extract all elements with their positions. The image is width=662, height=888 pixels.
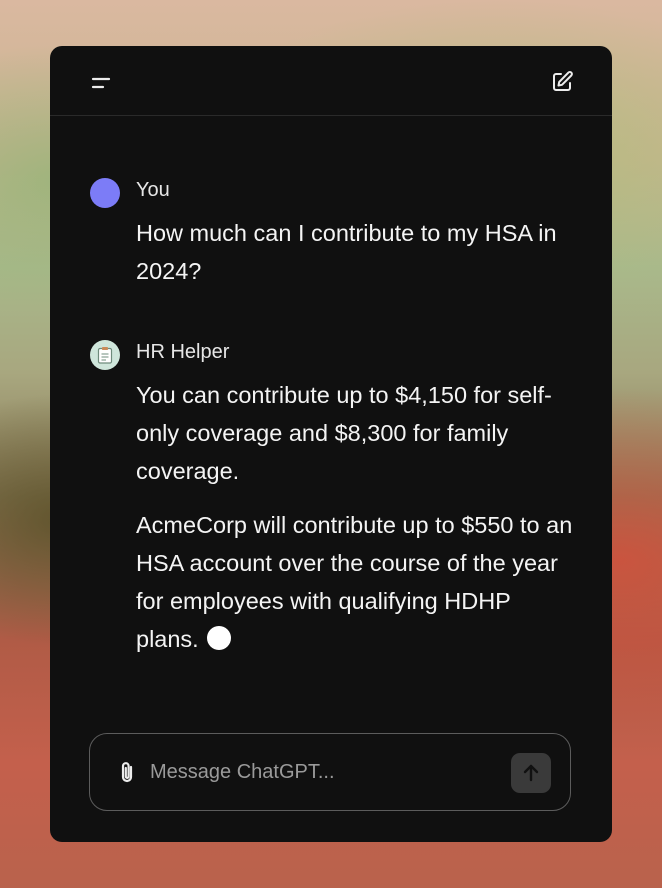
user-avatar [90, 178, 120, 208]
chat-window: You How much can I contribute to my HSA … [50, 46, 612, 842]
top-bar [50, 46, 612, 116]
assistant-sender-name: HR Helper [136, 341, 230, 363]
user-message-text: How much can I contribute to my HSA in 2… [136, 214, 576, 306]
paperclip-icon[interactable] [116, 760, 138, 786]
new-chat-edit-icon[interactable] [550, 70, 574, 94]
streaming-cursor-dot [206, 626, 231, 650]
user-message-paragraph: How much can I contribute to my HSA in 2… [136, 220, 557, 284]
message-input[interactable] [150, 756, 490, 788]
user-sender-name: You [136, 179, 170, 201]
assistant-paragraph-2-text: AcmeCorp will contribute up to $550 to a… [136, 512, 573, 652]
assistant-paragraph-2: AcmeCorp will contribute up to $550 to a… [136, 506, 576, 658]
hamburger-menu-icon[interactable] [90, 72, 112, 94]
send-button[interactable] [511, 753, 551, 793]
message-composer [89, 733, 571, 811]
assistant-avatar [90, 340, 120, 370]
assistant-message-text: You can contribute up to $4,150 for self… [136, 376, 576, 674]
assistant-paragraph-1: You can contribute up to $4,150 for self… [136, 382, 552, 484]
